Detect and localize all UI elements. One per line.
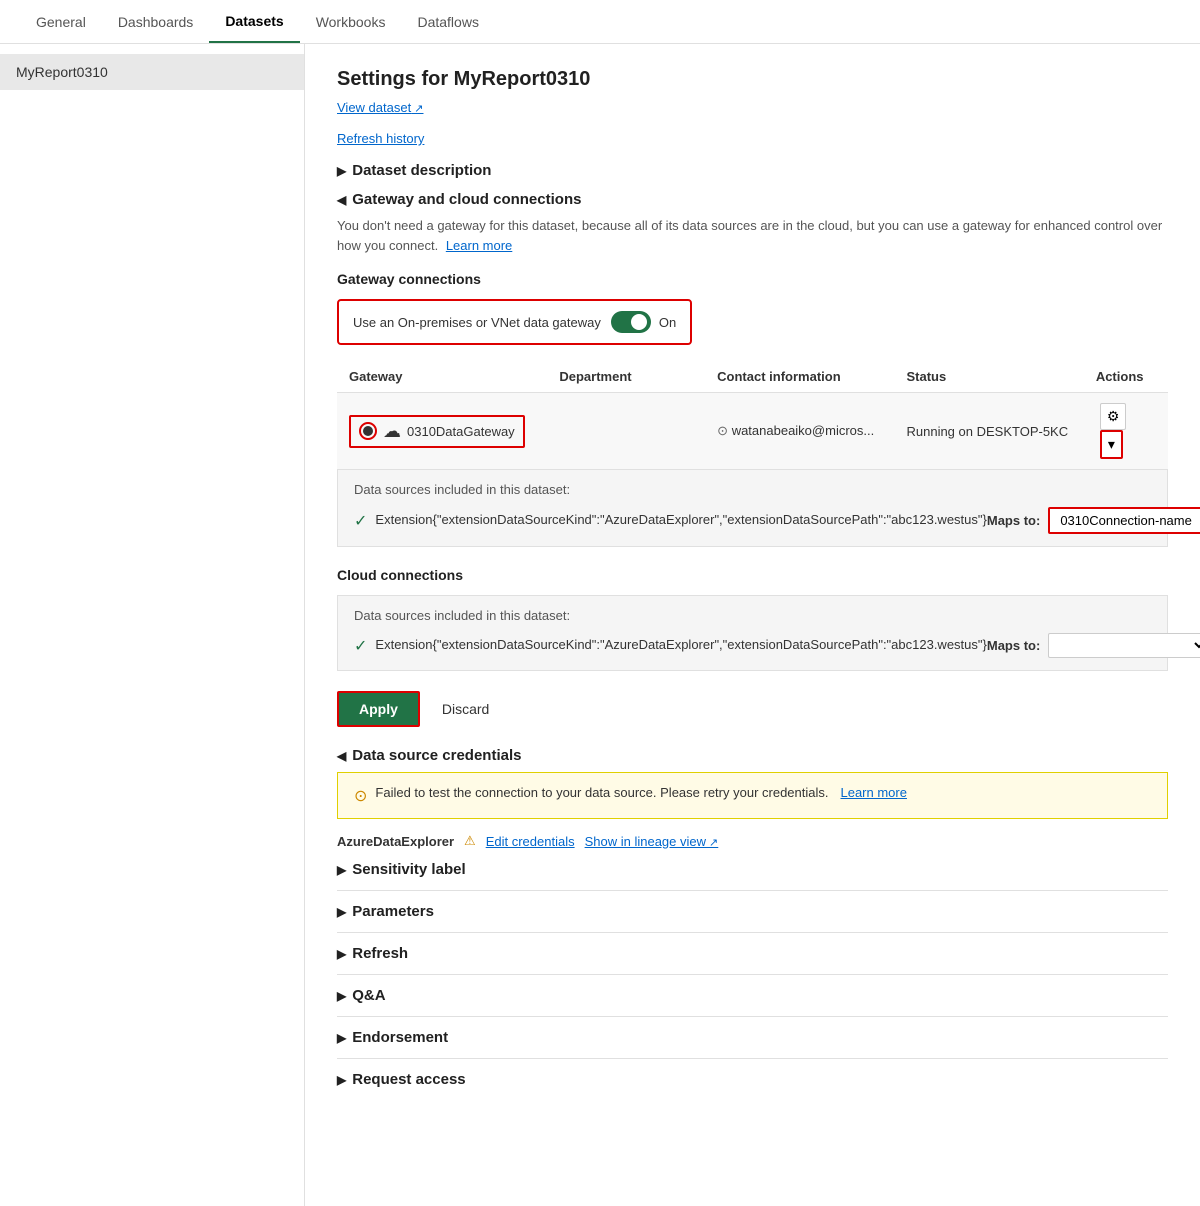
data-sources-title: Data sources included in this dataset: (354, 482, 1151, 497)
warning-text: Failed to test the connection to your da… (375, 785, 828, 800)
refresh-history-link[interactable]: Refresh history (337, 131, 1168, 146)
toggle-label: Use an On-premises or VNet data gateway (353, 315, 601, 330)
gateway-row-name: 0310DataGateway (407, 424, 515, 439)
cloud-icon: ☁ (383, 421, 401, 442)
nav-dataflows[interactable]: Dataflows (401, 2, 494, 42)
endorsement-label: Endorsement (352, 1029, 448, 1046)
gateway-section-label: Gateway and cloud connections (352, 191, 581, 208)
chevron-down-button[interactable]: ▾ (1100, 430, 1123, 459)
sensitivity-label-section[interactable]: ▶ Sensitivity label (337, 861, 1168, 878)
credentials-name: AzureDataExplorer (337, 834, 454, 849)
qa-section[interactable]: ▶ Q&A (337, 987, 1168, 1004)
request-access-label: Request access (352, 1071, 465, 1088)
gateway-section-header[interactable]: ◀ Gateway and cloud connections (337, 191, 1168, 208)
page-title: Settings for MyReport0310 (337, 68, 1168, 91)
data-source-credentials-header[interactable]: ◀ Data source credentials (337, 747, 1168, 764)
cloud-ds-connection-select[interactable] (1048, 633, 1200, 658)
sidebar: MyReport0310 (0, 44, 305, 1206)
edit-credentials-link[interactable]: Edit credentials (486, 834, 575, 849)
credentials-label: Data source credentials (352, 747, 521, 764)
credentials-arrow: ◀ (337, 749, 346, 763)
refresh-label: Refresh (352, 945, 408, 962)
nav-dashboards[interactable]: Dashboards (102, 2, 210, 42)
gateway-dept-cell (547, 393, 705, 470)
gateway-table-wrapper: Gateway Department Contact information S… (337, 361, 1168, 469)
nav-workbooks[interactable]: Workbooks (300, 2, 402, 42)
refresh-section[interactable]: ▶ Refresh (337, 945, 1168, 962)
gateway-toggle[interactable] (611, 311, 651, 333)
ds-extension-text: Extension{"extensionDataSourceKind":"Azu… (375, 510, 986, 530)
main-content: Settings for MyReport0310 View dataset R… (305, 44, 1200, 1206)
warning-box: ⊙ Failed to test the connection to your … (337, 772, 1168, 819)
toggle-container: Use an On-premises or VNet data gateway … (337, 299, 692, 345)
dataset-description-arrow: ▶ (337, 164, 346, 178)
nav-datasets[interactable]: Datasets (209, 1, 299, 43)
dataset-description-label: Dataset description (352, 162, 491, 179)
layout: MyReport0310 Settings for MyReport0310 V… (0, 44, 1200, 1206)
ds-row-cloud: ✓ Extension{"extensionDataSourceKind":"A… (354, 633, 1151, 658)
status-running: Running on DESKTOP-5KC (906, 424, 1068, 439)
credentials-row: AzureDataExplorer ⚠ Edit credentials Sho… (337, 833, 1168, 849)
top-nav: General Dashboards Datasets Workbooks Da… (0, 0, 1200, 44)
sidebar-item-myreport[interactable]: MyReport0310 (0, 54, 304, 90)
gateway-connections-title: Gateway connections (337, 271, 1168, 287)
ds-maps-container: Maps to: 0310Connection-name (987, 507, 1200, 534)
table-row: ☁ 0310DataGateway ⊙ watanabeaiko@micros.… (337, 393, 1168, 470)
credentials-warning-icon: ⚠ (464, 833, 476, 849)
cloud-connections-title: Cloud connections (337, 567, 1168, 583)
parameters-label: Parameters (352, 903, 434, 920)
nav-general[interactable]: General (20, 2, 102, 42)
endorsement-section[interactable]: ▶ Endorsement (337, 1029, 1168, 1046)
toggle-state: On (659, 315, 676, 330)
warning-icon: ⊙ (354, 786, 367, 806)
parameters-section[interactable]: ▶ Parameters (337, 903, 1168, 920)
dataset-description-header[interactable]: ▶ Dataset description (337, 162, 1168, 179)
gateway-name-cell: ☁ 0310DataGateway (337, 393, 547, 470)
cloud-connections-section: Cloud connections Data sources included … (337, 567, 1168, 671)
gateway-learn-more-link[interactable]: Learn more (446, 238, 512, 253)
col-department: Department (547, 361, 705, 393)
qa-label: Q&A (352, 987, 385, 1004)
cloud-data-sources-box: Data sources included in this dataset: ✓… (337, 595, 1168, 671)
col-gateway: Gateway (337, 361, 547, 393)
status-icon: ⊙ (717, 423, 728, 438)
cloud-ds-check-icon: ✓ (354, 636, 367, 656)
ds-row-gateway: ✓ Extension{"extensionDataSourceKind":"A… (354, 507, 1151, 534)
gateway-contact-cell: ⊙ watanabeaiko@micros... (705, 393, 894, 470)
gateway-data-sources-box: Data sources included in this dataset: ✓… (337, 469, 1168, 547)
gateway-radio[interactable] (359, 422, 377, 440)
col-contact: Contact information (705, 361, 894, 393)
qa-arrow: ▶ (337, 989, 346, 1003)
col-status: Status (894, 361, 1083, 393)
ds-connection-select[interactable]: 0310Connection-name (1048, 507, 1200, 534)
parameters-arrow: ▶ (337, 905, 346, 919)
discard-button[interactable]: Discard (430, 693, 501, 725)
warning-learn-more-link[interactable]: Learn more (840, 785, 906, 800)
view-dataset-link[interactable]: View dataset (337, 100, 423, 115)
cloud-ds-maps-label: Maps to: (987, 638, 1040, 653)
gateway-actions-cell: ⚙ ▾ (1084, 393, 1168, 470)
gateway-contact: watanabeaiko@micros... (732, 423, 875, 438)
apply-button[interactable]: Apply (337, 691, 420, 727)
sensitivity-arrow: ▶ (337, 863, 346, 877)
gateway-description: You don't need a gateway for this datase… (337, 216, 1168, 255)
request-access-section[interactable]: ▶ Request access (337, 1071, 1168, 1088)
ds-maps-label: Maps to: (987, 513, 1040, 528)
refresh-arrow: ▶ (337, 947, 346, 961)
ds-check-icon: ✓ (354, 511, 367, 531)
settings-button[interactable]: ⚙ (1100, 403, 1127, 430)
cloud-ds-extension-text: Extension{"extensionDataSourceKind":"Azu… (375, 635, 986, 655)
sensitivity-label: Sensitivity label (352, 861, 465, 878)
col-actions: Actions (1084, 361, 1168, 393)
action-buttons: Apply Discard (337, 691, 1168, 727)
gateway-table: Gateway Department Contact information S… (337, 361, 1168, 469)
gateway-status-cell: Running on DESKTOP-5KC (894, 393, 1083, 470)
show-lineage-link[interactable]: Show in lineage view (585, 834, 719, 849)
cloud-ds-maps-container: Maps to: (987, 633, 1200, 658)
gateway-arrow: ◀ (337, 193, 346, 207)
cloud-data-sources-title: Data sources included in this dataset: (354, 608, 1151, 623)
endorsement-arrow: ▶ (337, 1031, 346, 1045)
request-access-arrow: ▶ (337, 1073, 346, 1087)
